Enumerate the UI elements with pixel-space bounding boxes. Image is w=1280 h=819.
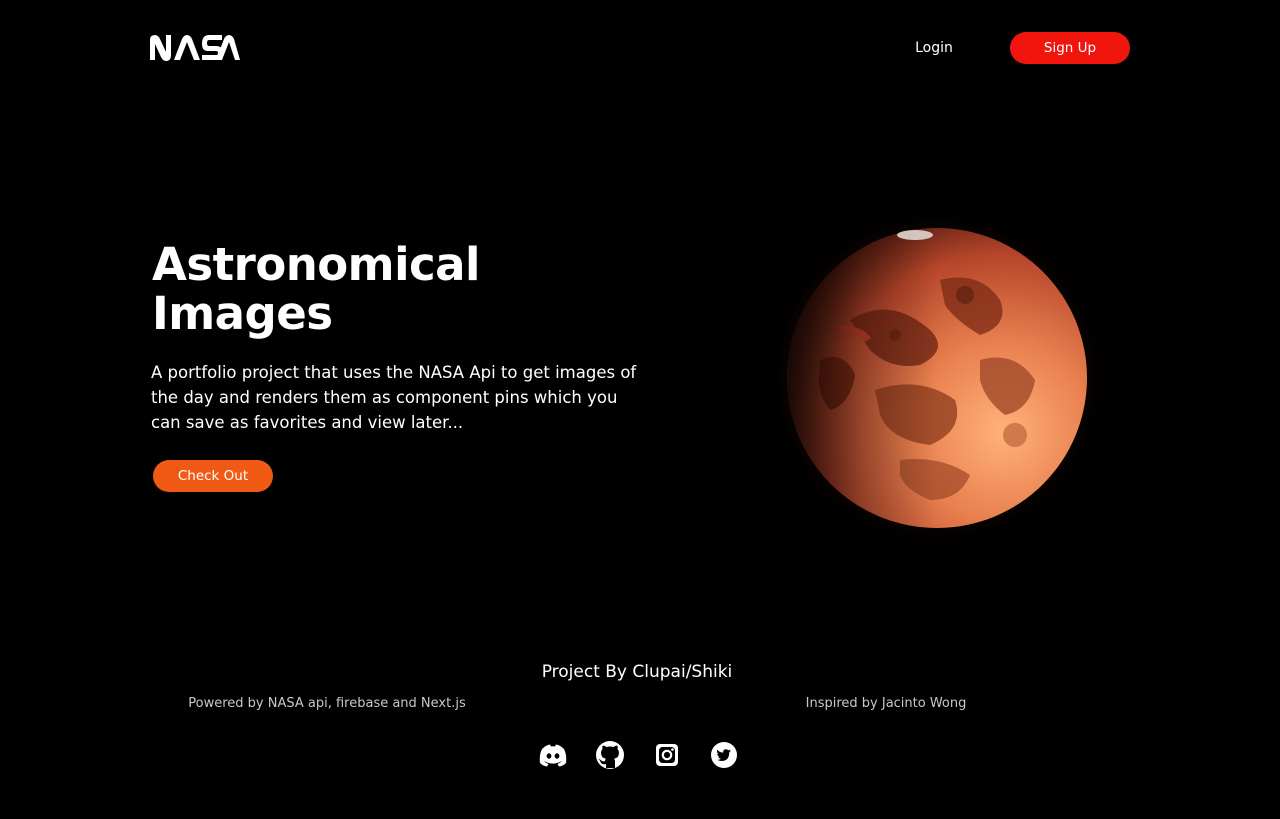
mars-image [765, 200, 1120, 560]
twitter-icon[interactable] [707, 738, 741, 772]
powered-by-text: Powered by NASA api, firebase and Next.j… [188, 696, 466, 711]
signup-button[interactable]: Sign Up [1010, 32, 1130, 64]
login-button[interactable]: Login [900, 36, 968, 60]
project-credit: Project By Clupai/Shiki [541, 662, 733, 682]
inspired-by-text: Inspired by Jacinto Wong [805, 696, 967, 711]
page: Login Sign Up Astronomical Images A port… [0, 0, 1280, 819]
check-out-button[interactable]: Check Out [153, 460, 273, 492]
nasa-logo[interactable] [150, 34, 240, 62]
hero-description: A portfolio project that uses the NASA A… [151, 363, 637, 432]
discord-icon[interactable] [536, 738, 570, 772]
hero-title: Astronomical Images [152, 238, 480, 340]
github-icon[interactable] [593, 738, 627, 772]
instagram-icon[interactable] [650, 738, 684, 772]
social-links [536, 738, 746, 772]
